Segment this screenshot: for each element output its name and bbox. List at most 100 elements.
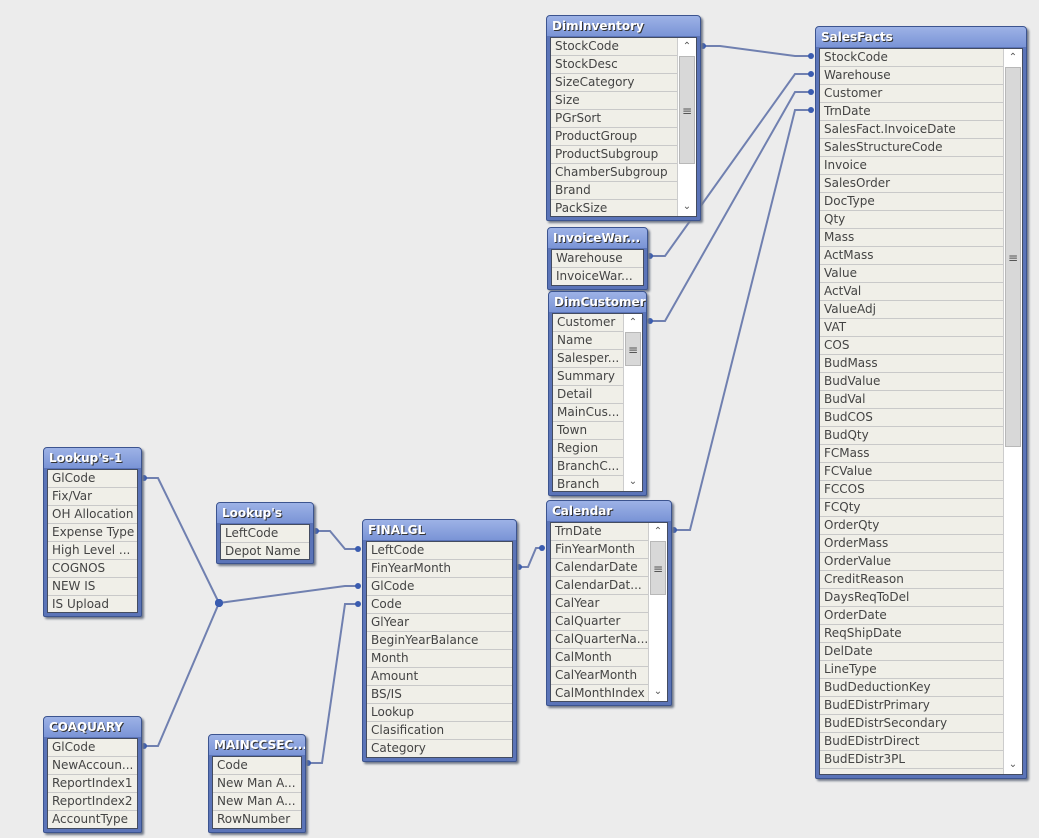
table-title[interactable]: DimCustomer bbox=[549, 292, 646, 312]
table-title[interactable]: InvoiceWar... bbox=[548, 228, 647, 248]
scrollbar[interactable]: ⌃ ≡ ⌄ bbox=[648, 523, 667, 701]
scrollbar[interactable]: ⌃ ≡ ⌄ bbox=[623, 314, 642, 491]
field-item[interactable]: COS bbox=[820, 337, 1003, 355]
field-item[interactable]: GlCode bbox=[48, 470, 137, 488]
field-item[interactable]: NewAccoun... bbox=[48, 757, 137, 775]
table-calendar[interactable]: Calendar TrnDate FinYearMonth CalendarDate C… bbox=[546, 500, 672, 706]
field-item[interactable]: GlYear bbox=[367, 614, 512, 632]
field-item[interactable]: DaysReqToDel bbox=[820, 589, 1003, 607]
field-item[interactable]: FinYearMonth bbox=[367, 560, 512, 578]
field-item[interactable]: FCQty bbox=[820, 499, 1003, 517]
field-item[interactable]: ReportIndex1 bbox=[48, 775, 137, 793]
scroll-up-icon[interactable]: ⌃ bbox=[1004, 49, 1022, 67]
field-item[interactable]: ReportIndex2 bbox=[48, 793, 137, 811]
field-item[interactable]: TrnDate bbox=[551, 523, 648, 541]
field-item[interactable]: OrderValue bbox=[820, 553, 1003, 571]
field-item[interactable]: CalYear bbox=[551, 595, 648, 613]
field-item[interactable]: BudEDistr3PL bbox=[820, 751, 1003, 769]
scroll-up-icon[interactable]: ⌃ bbox=[678, 38, 696, 56]
field-item[interactable]: Depot Name bbox=[221, 543, 309, 559]
field-item[interactable]: Fix/Var bbox=[48, 488, 137, 506]
field-item[interactable]: CalMonth bbox=[551, 649, 648, 667]
table-dimcustomer[interactable]: DimCustomer Customer Name Salesper... Summar… bbox=[548, 291, 647, 496]
field-item[interactable]: Code bbox=[367, 596, 512, 614]
table-salesfacts[interactable]: SalesFacts StockCode Warehouse Customer TrnD… bbox=[815, 26, 1027, 779]
field-item[interactable]: Invoice bbox=[820, 157, 1003, 175]
field-item[interactable]: Customer bbox=[820, 85, 1003, 103]
field-item[interactable]: Clasification bbox=[367, 722, 512, 740]
field-item[interactable]: ActMass bbox=[820, 247, 1003, 265]
field-item[interactable]: CalYearMonth bbox=[551, 667, 648, 685]
field-item[interactable]: SalesFact.InvoiceDate bbox=[820, 121, 1003, 139]
field-item[interactable]: BudMass bbox=[820, 355, 1003, 373]
table-title[interactable]: MAINCCSEC... bbox=[209, 735, 305, 755]
field-item[interactable]: ValueAdj bbox=[820, 301, 1003, 319]
field-item[interactable]: BudCOS bbox=[820, 409, 1003, 427]
table-diminventory[interactable]: DimInventory StockCode StockDesc SizeCatego… bbox=[546, 15, 701, 221]
field-item[interactable]: BudEDistrSecondary bbox=[820, 715, 1003, 733]
table-lookups[interactable]: Lookup's LeftCode Depot Name bbox=[216, 502, 314, 564]
field-item[interactable]: Warehouse bbox=[820, 67, 1003, 85]
field-item[interactable]: CalendarDat... bbox=[551, 577, 648, 595]
field-item[interactable]: Summary bbox=[553, 368, 623, 386]
field-item[interactable]: BudValue bbox=[820, 373, 1003, 391]
field-item[interactable]: InvoiceWar... bbox=[552, 268, 643, 285]
table-title[interactable]: Lookup's bbox=[217, 503, 313, 523]
field-item[interactable]: Salesper... bbox=[553, 350, 623, 368]
field-item[interactable]: IS Upload bbox=[48, 596, 137, 612]
field-item[interactable]: OrderMass bbox=[820, 535, 1003, 553]
field-item[interactable]: PackSize bbox=[551, 200, 677, 216]
field-item[interactable]: Customer bbox=[553, 314, 623, 332]
field-item[interactable]: OrderDate bbox=[820, 607, 1003, 625]
scroll-down-icon[interactable]: ⌄ bbox=[678, 198, 696, 216]
field-item[interactable]: RowNumber bbox=[213, 811, 301, 828]
field-item[interactable]: CalQuarter bbox=[551, 613, 648, 631]
field-item[interactable]: ReqShipDate bbox=[820, 625, 1003, 643]
field-item[interactable]: AccountType bbox=[48, 811, 137, 828]
table-title[interactable]: SalesFacts bbox=[816, 27, 1026, 47]
field-item[interactable]: BudVal bbox=[820, 391, 1003, 409]
field-item[interactable]: Amount bbox=[367, 668, 512, 686]
field-item[interactable]: VAT bbox=[820, 319, 1003, 337]
field-item[interactable]: NEW IS bbox=[48, 578, 137, 596]
field-item[interactable]: Detail bbox=[553, 386, 623, 404]
scrollbar[interactable]: ⌃ ≡ ⌄ bbox=[1003, 49, 1022, 774]
field-item[interactable]: Lookup bbox=[367, 704, 512, 722]
field-item[interactable]: BranchC... bbox=[553, 458, 623, 476]
field-item[interactable]: PGrSort bbox=[551, 110, 677, 128]
field-item[interactable]: Town bbox=[553, 422, 623, 440]
scroll-up-icon[interactable]: ⌃ bbox=[649, 523, 667, 541]
scroll-up-icon[interactable]: ⌃ bbox=[624, 314, 642, 332]
field-item[interactable]: Mass bbox=[820, 229, 1003, 247]
field-item[interactable]: SalesOrder bbox=[820, 175, 1003, 193]
field-item[interactable]: High Level ... bbox=[48, 542, 137, 560]
field-item[interactable]: DocType bbox=[820, 193, 1003, 211]
field-item[interactable]: StockDesc bbox=[551, 56, 677, 74]
scroll-down-icon[interactable]: ⌄ bbox=[1004, 756, 1022, 774]
field-item[interactable]: Qty bbox=[820, 211, 1003, 229]
field-item[interactable]: DelDate bbox=[820, 643, 1003, 661]
table-title[interactable]: DimInventory bbox=[547, 16, 700, 36]
field-item[interactable]: BudEDistrDirect bbox=[820, 733, 1003, 751]
field-item[interactable]: Expense Type bbox=[48, 524, 137, 542]
field-item[interactable]: New Man A... bbox=[213, 775, 301, 793]
scroll-down-icon[interactable]: ⌄ bbox=[624, 473, 642, 491]
scrollbar[interactable]: ⌃ ≡ ⌄ bbox=[677, 38, 696, 216]
field-item[interactable]: ActVal bbox=[820, 283, 1003, 301]
scroll-thumb[interactable]: ≡ bbox=[1005, 67, 1021, 447]
field-item[interactable]: MainCus... bbox=[553, 404, 623, 422]
field-item[interactable]: CalendarDate bbox=[551, 559, 648, 577]
field-item[interactable]: LeftCode bbox=[221, 525, 309, 543]
field-item[interactable]: GlCode bbox=[48, 739, 137, 757]
field-item[interactable]: Category bbox=[367, 740, 512, 757]
field-item[interactable]: BudEDistrPrimary bbox=[820, 697, 1003, 715]
field-item[interactable]: ProductSubgroup bbox=[551, 146, 677, 164]
field-item[interactable]: SalesStructureCode bbox=[820, 139, 1003, 157]
scroll-down-icon[interactable]: ⌄ bbox=[649, 683, 667, 701]
table-finalgl[interactable]: FINALGL LeftCode FinYearMonth GlCode Code GlY… bbox=[362, 519, 517, 762]
scroll-thumb[interactable]: ≡ bbox=[650, 541, 666, 595]
table-lookups1[interactable]: Lookup's-1 GlCode Fix/Var OH Allocation Expe… bbox=[43, 447, 142, 617]
field-item[interactable]: StockCode bbox=[820, 49, 1003, 67]
field-item[interactable]: Month bbox=[367, 650, 512, 668]
field-item[interactable]: COGNOS bbox=[48, 560, 137, 578]
